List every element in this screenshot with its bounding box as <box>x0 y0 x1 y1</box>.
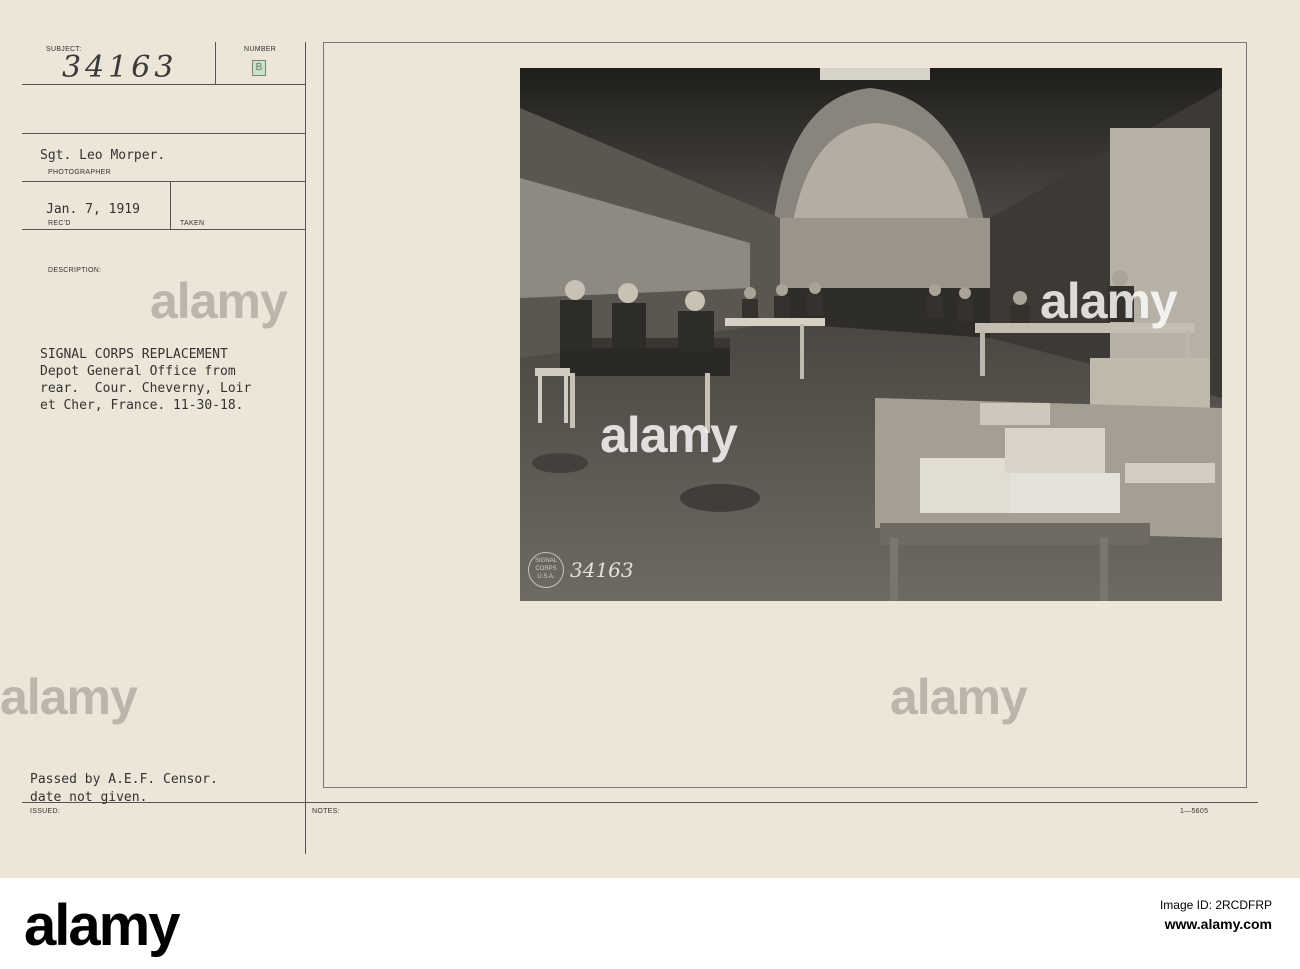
description-text: SIGNAL CORPS REPLACEMENT Depot General O… <box>40 346 251 414</box>
back-wall <box>770 218 990 288</box>
foreground-table-front <box>880 523 1150 545</box>
description-line: SIGNAL CORPS REPLACEMENT <box>40 347 228 362</box>
paper-stack <box>980 403 1050 425</box>
office-scene-illustration <box>520 68 1222 601</box>
left-column-border <box>305 42 306 854</box>
description-label: DESCRIPTION: <box>48 267 102 274</box>
paper-stack <box>1010 473 1120 513</box>
foreground-table-leg <box>890 538 898 601</box>
notes-label: NOTES: <box>312 808 340 815</box>
foreground-table-leg <box>1100 538 1108 601</box>
banner-logo[interactable]: alamy <box>24 892 180 959</box>
description-line: rear. Cour. Cheverny, Loir <box>40 381 252 396</box>
watermark-logo: alamy <box>150 273 288 329</box>
site-url[interactable]: www.alamy.com <box>1160 916 1272 932</box>
floor-stain <box>532 453 588 473</box>
watermark-logo: alamy <box>600 407 738 463</box>
signal-corps-stamp: SIGNAL CORPS U.S.A. <box>528 552 564 588</box>
photograph: SIGNAL CORPS U.S.A. 34163 <box>520 68 1222 601</box>
stock-banner: alamy Image ID: 2RCDFRP www.alamy.com <box>0 878 1300 969</box>
skylight <box>820 68 930 80</box>
description-line: et Cher, France. 11-30-18. <box>40 398 244 413</box>
subject-number: 34163 <box>62 50 178 85</box>
form-number: 1—5605 <box>1180 808 1209 815</box>
paper-stack <box>1125 463 1215 483</box>
middle-table <box>725 318 825 326</box>
censor-line: Passed by A.E.F. Censor. <box>30 772 218 787</box>
watermark-logo: alamy <box>1040 273 1178 329</box>
rule-notes <box>22 802 1258 803</box>
stamp-text: SIGNAL CORPS U.S.A. <box>534 558 557 581</box>
photographer-label: PHOTOGRAPHER <box>48 169 111 176</box>
rule-photographer <box>22 181 306 182</box>
number-value: B <box>255 62 263 73</box>
front-table-leg <box>570 373 575 428</box>
right-table-leg <box>980 331 985 376</box>
taken-label: TAKEN <box>180 220 205 227</box>
number-label: NUMBER <box>244 46 277 53</box>
photographer-name: Sgt. Leo Morper. <box>40 148 166 163</box>
middle-table-leg <box>800 324 804 379</box>
archive-card: SUBJECT: 34163 NUMBER B Sgt. Leo Morper.… <box>0 0 1300 878</box>
taken-divider <box>170 181 171 229</box>
front-table-cloth <box>560 348 730 376</box>
issued-label: ISSUED: <box>30 808 61 815</box>
stool-leg <box>538 373 542 423</box>
censor-date: date not given. <box>30 790 148 805</box>
rule-received <box>22 229 306 230</box>
paper-stack <box>920 458 1010 513</box>
watermark-logo: alamy <box>0 669 138 725</box>
subject-divider <box>215 42 216 84</box>
description-line: Depot General Office from <box>40 364 236 379</box>
floor-stain <box>680 484 760 512</box>
number-stamp: B <box>252 60 266 76</box>
received-label: REC'D <box>48 220 71 227</box>
watermark-logo: alamy <box>890 669 1028 725</box>
image-id: Image ID: 2RCDFRP <box>1159 898 1272 912</box>
photo-handwritten-number: 34163 <box>570 558 634 582</box>
banner-info: Image ID: 2RCDFRP www.alamy.com <box>1160 898 1272 932</box>
rule-photographer-top <box>22 133 306 134</box>
paper-stack <box>1005 428 1105 473</box>
received-date: Jan. 7, 1919 <box>46 202 140 217</box>
stool-leg <box>564 373 568 423</box>
